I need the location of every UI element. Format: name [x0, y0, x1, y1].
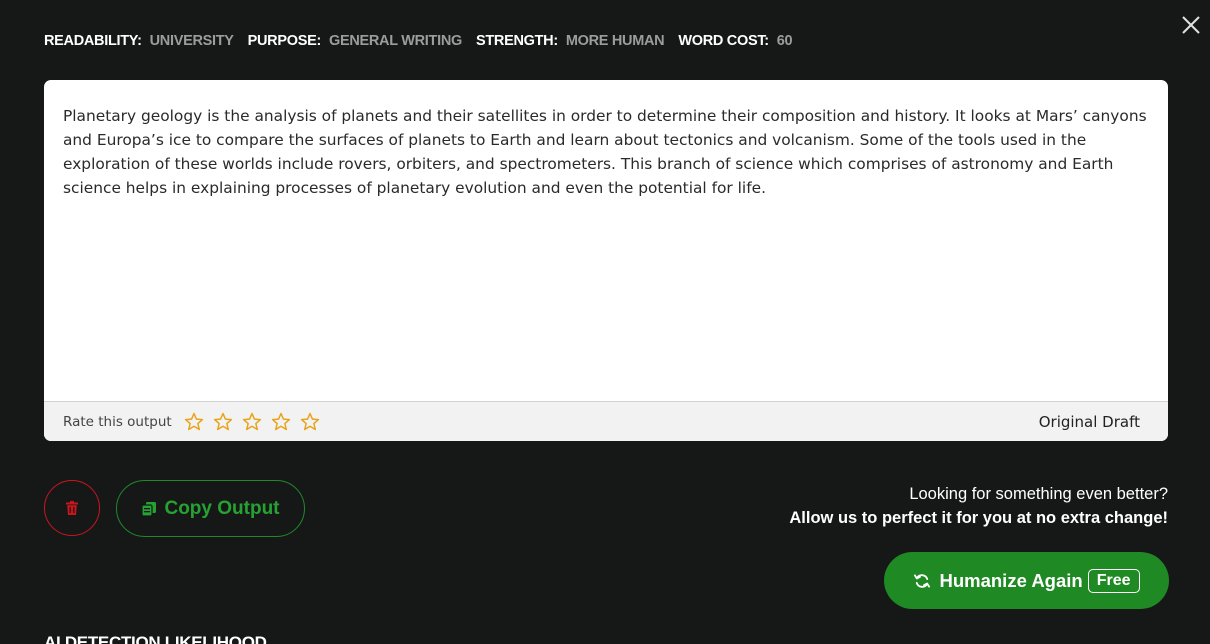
copy-output-label: Copy Output: [164, 497, 280, 519]
star-icon[interactable]: [270, 411, 292, 433]
word-cost-value: 60: [776, 33, 793, 49]
humanize-again-button[interactable]: Humanize Again Free: [884, 552, 1169, 609]
upsell-message: Looking for something even better? Allow…: [789, 482, 1168, 530]
free-badge: Free: [1087, 568, 1140, 593]
output-footer: Rate this output Original Draft: [44, 401, 1168, 441]
purpose-label: PURPOSE:: [247, 33, 322, 49]
copy-icon: [141, 501, 157, 517]
copy-output-button[interactable]: Copy Output: [116, 480, 305, 537]
star-icon[interactable]: [183, 411, 205, 433]
close-button[interactable]: [1179, 13, 1203, 37]
star-icon[interactable]: [241, 411, 263, 433]
output-text[interactable]: Planetary geology is the analysis of pla…: [63, 104, 1148, 200]
star-icon[interactable]: [212, 411, 234, 433]
close-icon: [1182, 16, 1200, 34]
strength-label: STRENGTH:: [475, 33, 558, 49]
readability-label: READABILITY:: [44, 33, 142, 49]
humanize-again-label: Humanize Again: [939, 569, 1083, 591]
trash-icon: [66, 501, 78, 515]
humanizer-result-panel: READABILITY: UNIVERSITY PURPOSE: GENERAL…: [0, 0, 1210, 644]
delete-button[interactable]: [44, 480, 100, 536]
original-draft-label: Original Draft: [1038, 412, 1140, 431]
star-icon[interactable]: [299, 411, 321, 433]
upsell-line-1: Looking for something even better?: [909, 485, 1168, 503]
word-cost-label: WORD COST:: [678, 33, 769, 49]
refresh-icon: [914, 573, 931, 588]
rate-label: Rate this output: [63, 413, 172, 430]
settings-summary: READABILITY: UNIVERSITY PURPOSE: GENERAL…: [44, 33, 806, 49]
purpose-value: GENERAL WRITING: [328, 33, 462, 49]
upsell-line-2: Allow us to perfect it for you at no ext…: [789, 509, 1168, 527]
readability-value: UNIVERSITY: [149, 33, 234, 49]
strength-value: MORE HUMAN: [565, 33, 665, 49]
ai-detection-heading: AI DETECTION LIKELIHOOD: [44, 633, 267, 644]
output-card: Planetary geology is the analysis of pla…: [44, 80, 1168, 441]
star-rating: [178, 411, 323, 433]
